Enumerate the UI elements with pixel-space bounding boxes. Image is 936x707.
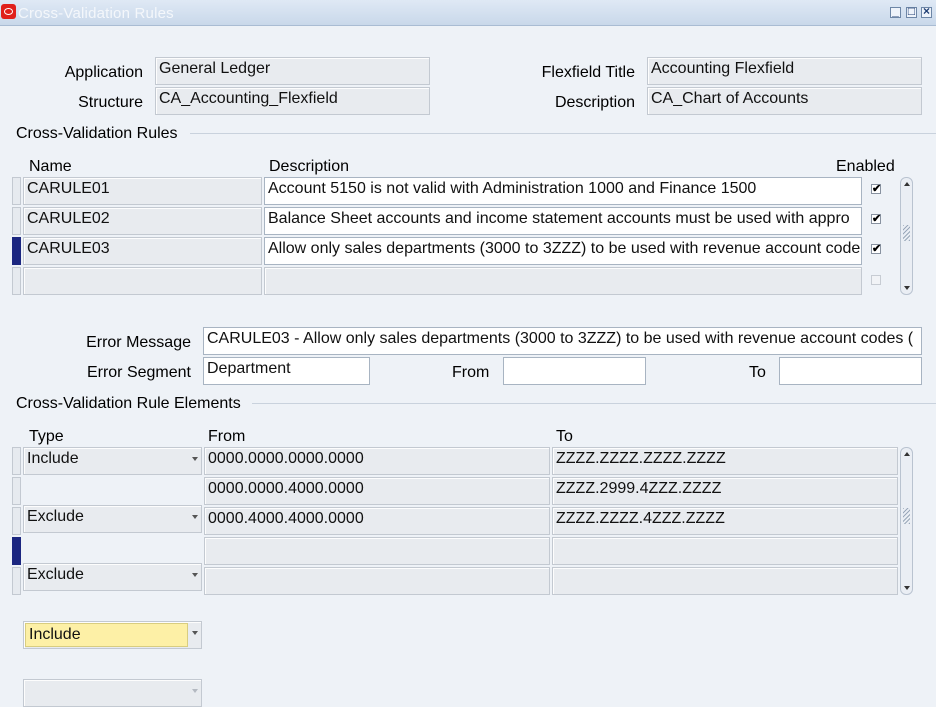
chevron-down-icon bbox=[192, 689, 198, 693]
rule-name-field[interactable] bbox=[23, 267, 262, 295]
flexfield-title-field[interactable]: Accounting Flexfield bbox=[647, 57, 922, 85]
row-indicator[interactable] bbox=[12, 207, 21, 235]
error-segment-field[interactable]: Department bbox=[203, 357, 370, 385]
element-type-value-current[interactable]: Include bbox=[25, 623, 188, 647]
row-indicator[interactable] bbox=[12, 477, 21, 505]
close-icon[interactable]: × bbox=[921, 4, 932, 18]
row-indicator[interactable] bbox=[12, 267, 21, 295]
chevron-down-icon[interactable] bbox=[192, 631, 198, 635]
from-label: From bbox=[452, 364, 490, 381]
application-label: Application bbox=[64, 64, 143, 81]
description-field[interactable]: CA_Chart of Accounts bbox=[647, 87, 922, 115]
element-from-field[interactable] bbox=[204, 537, 550, 565]
rules-col-description: Description bbox=[269, 158, 350, 175]
element-type-select[interactable] bbox=[23, 679, 202, 707]
element-type-select[interactable]: Exclude bbox=[23, 505, 202, 533]
minimize-icon[interactable]: _ bbox=[890, 4, 901, 18]
rules-col-enabled: Enabled bbox=[836, 158, 895, 175]
row-indicator[interactable] bbox=[12, 177, 21, 205]
rules-col-name: Name bbox=[29, 158, 72, 175]
element-type-select[interactable]: Include bbox=[23, 447, 202, 475]
element-to-field[interactable] bbox=[552, 537, 898, 565]
row-indicator-current[interactable] bbox=[12, 537, 21, 565]
element-from-field[interactable]: 0000.0000.4000.0000 bbox=[204, 477, 550, 505]
rule-description-field[interactable]: Balance Sheet accounts and income statem… bbox=[264, 207, 862, 235]
rule-name-field[interactable]: CARULE03 bbox=[23, 237, 262, 265]
row-indicator[interactable] bbox=[12, 447, 21, 475]
flexfield-title-label: Flexfield Title bbox=[541, 64, 635, 81]
row-indicator-current[interactable] bbox=[12, 237, 21, 265]
from-field[interactable] bbox=[503, 357, 646, 385]
element-to-field[interactable]: ZZZZ.2999.4ZZZ.ZZZZ bbox=[552, 477, 898, 505]
structure-field[interactable]: CA_Accounting_Flexfield bbox=[155, 87, 430, 115]
rules-scrollbar[interactable] bbox=[900, 177, 913, 295]
error-segment-label: Error Segment bbox=[86, 364, 191, 381]
rule-name-field[interactable]: CARULE01 bbox=[23, 177, 262, 205]
rule-enabled-checkbox[interactable]: ✔ bbox=[871, 184, 881, 195]
element-from-field[interactable]: 0000.0000.0000.0000 bbox=[204, 447, 550, 475]
oracle-logo-icon bbox=[1, 4, 16, 19]
window-title: Cross-Validation Rules bbox=[18, 5, 174, 22]
rule-enabled-checkbox bbox=[871, 275, 881, 285]
scroll-down-icon[interactable] bbox=[904, 586, 910, 590]
scroll-grip-icon[interactable] bbox=[903, 508, 910, 524]
elements-scrollbar[interactable] bbox=[900, 447, 913, 595]
rule-name-field[interactable]: CARULE02 bbox=[23, 207, 262, 235]
rule-description-field[interactable]: Allow only sales departments (3000 to 3Z… bbox=[264, 237, 862, 265]
element-type-value: Exclude bbox=[27, 566, 84, 583]
element-to-field[interactable]: ZZZZ.ZZZZ.4ZZZ.ZZZZ bbox=[552, 507, 898, 535]
element-from-field[interactable]: 0000.4000.4000.0000 bbox=[204, 507, 550, 535]
to-label: To bbox=[749, 364, 766, 381]
elements-section-divider bbox=[252, 403, 936, 404]
error-message-field[interactable]: CARULE03 - Allow only sales departments … bbox=[203, 327, 922, 355]
structure-label: Structure bbox=[78, 94, 143, 111]
elements-col-to: To bbox=[556, 428, 573, 445]
rule-enabled-checkbox[interactable]: ✔ bbox=[871, 214, 881, 225]
element-type-select[interactable]: Include bbox=[23, 621, 202, 649]
chevron-down-icon[interactable] bbox=[192, 515, 198, 519]
to-field[interactable] bbox=[779, 357, 922, 385]
row-indicator[interactable] bbox=[12, 507, 21, 535]
error-message-label: Error Message bbox=[86, 334, 191, 351]
scroll-up-icon[interactable] bbox=[904, 452, 910, 456]
element-from-field[interactable] bbox=[204, 567, 550, 595]
rules-section-divider bbox=[190, 133, 936, 134]
element-type-value: Include bbox=[27, 450, 79, 467]
rule-description-field[interactable]: Account 5150 is not valid with Administr… bbox=[264, 177, 862, 205]
maximize-icon[interactable]: □ bbox=[906, 4, 917, 18]
rule-description-field[interactable] bbox=[264, 267, 862, 295]
scroll-up-icon[interactable] bbox=[904, 182, 910, 186]
application-field[interactable]: General Ledger bbox=[155, 57, 430, 85]
chevron-down-icon[interactable] bbox=[192, 573, 198, 577]
elements-col-from: From bbox=[208, 428, 246, 445]
element-to-field[interactable]: ZZZZ.ZZZZ.ZZZZ.ZZZZ bbox=[552, 447, 898, 475]
rule-enabled-checkbox[interactable]: ✔ bbox=[871, 244, 881, 255]
element-type-value: Exclude bbox=[27, 508, 84, 525]
row-indicator[interactable] bbox=[12, 567, 21, 595]
elements-col-type: Type bbox=[29, 428, 64, 445]
element-type-select[interactable]: Exclude bbox=[23, 563, 202, 591]
element-to-field[interactable] bbox=[552, 567, 898, 595]
description-label: Description bbox=[554, 94, 635, 111]
rules-section-title: Cross-Validation Rules bbox=[16, 125, 178, 142]
scroll-down-icon[interactable] bbox=[904, 286, 910, 290]
elements-section-title: Cross-Validation Rule Elements bbox=[16, 395, 241, 412]
chevron-down-icon[interactable] bbox=[192, 457, 198, 461]
scroll-grip-icon[interactable] bbox=[903, 225, 910, 241]
